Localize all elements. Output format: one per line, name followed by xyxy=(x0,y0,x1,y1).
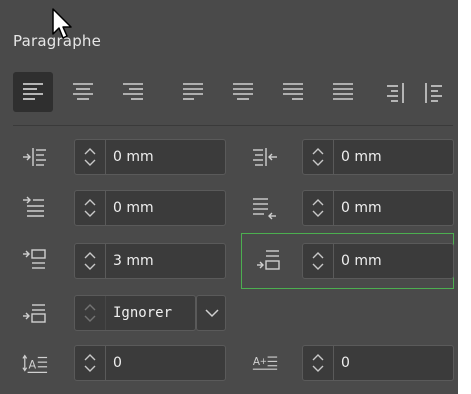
align-to-grid-icon xyxy=(23,304,46,323)
align-to-grid-field[interactable]: Ignorer xyxy=(74,295,196,331)
stepper-arrows-icon xyxy=(312,354,324,372)
last-line-indent-field[interactable]: 0 mm xyxy=(302,190,454,226)
space-before-icon xyxy=(23,249,46,269)
stepper-arrows-icon xyxy=(84,148,96,166)
right-indent-stepper[interactable] xyxy=(303,140,334,174)
space-before-field[interactable]: 3 mm xyxy=(74,243,226,279)
alignment-toolbar xyxy=(13,72,453,112)
right-indent-field[interactable]: 0 mm xyxy=(302,139,454,175)
align-towards-spine-icon xyxy=(387,83,404,103)
stepper-arrows-icon xyxy=(312,199,324,217)
align-left-icon xyxy=(23,83,43,100)
align-center-icon xyxy=(73,83,93,100)
align-to-grid-value[interactable]: Ignorer xyxy=(113,305,172,321)
justify-all-icon xyxy=(333,83,353,100)
stepper-arrows-icon xyxy=(312,252,324,270)
left-indent-value[interactable]: 0 mm xyxy=(113,149,154,165)
drop-cap-chars-stepper[interactable] xyxy=(303,346,334,380)
justify-right-button[interactable] xyxy=(273,72,313,112)
left-indent-field[interactable]: 0 mm xyxy=(74,139,226,175)
space-before-stepper[interactable] xyxy=(75,244,106,278)
justify-center-button[interactable] xyxy=(223,72,263,112)
space-after-icon xyxy=(257,250,280,270)
align-to-grid-stepper xyxy=(75,296,106,330)
space-after-value[interactable]: 0 mm xyxy=(341,253,382,269)
last-line-indent-stepper[interactable] xyxy=(303,191,334,225)
justify-all-button[interactable] xyxy=(323,72,363,112)
drop-cap-lines-icon: A xyxy=(22,354,48,373)
mouse-cursor-icon xyxy=(52,8,72,39)
left-indent-stepper[interactable] xyxy=(75,140,106,174)
justify-left-icon xyxy=(183,83,203,100)
right-indent-value[interactable]: 0 mm xyxy=(341,149,382,165)
paragraph-panel: Paragraphe 0 mm 0 mm 0 mm 0 mm 3 mm 0 mm… xyxy=(0,0,458,394)
left-indent-icon xyxy=(23,148,46,166)
first-line-indent-field[interactable]: 0 mm xyxy=(74,190,226,226)
align-left-button[interactable] xyxy=(13,72,53,112)
align-to-grid-dropdown[interactable] xyxy=(196,295,226,331)
stepper-arrows-icon xyxy=(84,304,96,322)
stepper-arrows-icon xyxy=(84,354,96,372)
align-right-button[interactable] xyxy=(113,72,153,112)
section-divider xyxy=(13,125,453,126)
svg-text:+: + xyxy=(260,357,267,367)
align-away-spine-icon xyxy=(425,83,442,103)
stepper-arrows-icon xyxy=(84,252,96,270)
space-after-field[interactable]: 0 mm xyxy=(302,243,454,279)
first-line-indent-icon xyxy=(23,196,44,217)
justify-right-icon xyxy=(283,83,303,100)
drop-cap-chars-value[interactable]: 0 xyxy=(341,355,350,371)
drop-cap-lines-value[interactable]: 0 xyxy=(113,355,122,371)
last-line-indent-icon xyxy=(253,198,276,220)
space-before-value[interactable]: 3 mm xyxy=(113,253,154,269)
align-away-spine-button[interactable] xyxy=(415,72,455,112)
last-line-indent-value[interactable]: 0 mm xyxy=(341,200,382,216)
right-indent-icon xyxy=(253,148,277,166)
align-right-icon xyxy=(123,83,143,100)
space-after-stepper[interactable] xyxy=(303,244,334,278)
svg-text:A: A xyxy=(29,359,37,372)
drop-cap-chars-icon: A + xyxy=(252,356,278,370)
stepper-arrows-icon xyxy=(84,199,96,217)
chevron-down-icon xyxy=(205,309,219,318)
drop-cap-lines-field[interactable]: 0 xyxy=(74,345,226,381)
drop-cap-lines-stepper[interactable] xyxy=(75,346,106,380)
drop-cap-chars-field[interactable]: 0 xyxy=(302,345,454,381)
justify-center-icon xyxy=(233,83,253,100)
stepper-arrows-icon xyxy=(312,148,324,166)
justify-left-button[interactable] xyxy=(173,72,213,112)
first-line-indent-value[interactable]: 0 mm xyxy=(113,200,154,216)
align-towards-spine-button[interactable] xyxy=(375,72,415,112)
first-line-indent-stepper[interactable] xyxy=(75,191,106,225)
align-center-button[interactable] xyxy=(63,72,103,112)
